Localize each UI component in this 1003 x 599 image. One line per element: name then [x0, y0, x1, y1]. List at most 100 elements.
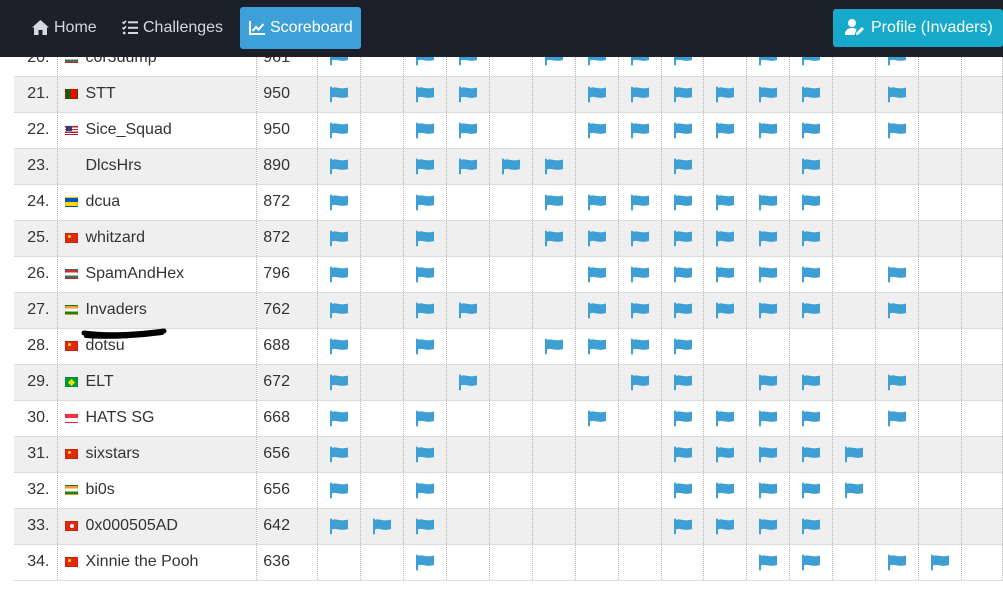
challenge-unsolved-cell — [832, 112, 877, 149]
challenge-solved-cell — [746, 184, 791, 221]
rank-cell: 26. — [14, 256, 59, 293]
challenge-unsolved-cell — [661, 544, 705, 581]
solved-flag-icon — [630, 302, 649, 318]
challenge-solved-cell — [618, 328, 662, 365]
team-name-link[interactable]: sixstars — [85, 445, 139, 462]
challenge-unsolved-cell — [532, 76, 576, 113]
solved-flag-icon — [330, 302, 349, 318]
challenge-solved-cell — [446, 76, 490, 113]
challenge-unsolved-cell — [918, 184, 962, 221]
challenge-solved-cell — [403, 148, 447, 185]
team-name-link[interactable]: Invaders — [85, 301, 146, 318]
challenge-unsolved-cell — [403, 364, 447, 401]
team-cell[interactable]: SpamAndHex — [57, 256, 258, 293]
team-cell[interactable]: whitzard — [57, 220, 258, 257]
challenge-unsolved-cell — [446, 436, 490, 473]
nav-scoreboard[interactable]: Scoreboard — [240, 7, 361, 49]
team-cell[interactable]: Sice_Squad — [57, 112, 258, 149]
solved-flag-icon — [330, 122, 349, 138]
team-cell[interactable]: STT — [57, 76, 258, 113]
challenge-solved-cell — [317, 472, 362, 509]
nav-challenges[interactable]: Challenges — [113, 7, 232, 49]
user-edit-icon — [845, 19, 864, 35]
challenge-unsolved-cell — [746, 148, 791, 185]
challenge-unsolved-cell — [575, 436, 619, 473]
challenge-solved-cell — [317, 220, 362, 257]
solved-flag-icon — [802, 266, 821, 282]
challenge-solved-cell — [703, 400, 748, 437]
solved-flag-icon — [544, 194, 563, 210]
solved-flag-icon — [673, 230, 692, 246]
challenge-unsolved-cell — [446, 256, 490, 293]
solved-flag-icon — [630, 230, 649, 246]
challenge-solved-cell — [618, 292, 662, 329]
solved-flag-icon — [673, 446, 692, 462]
team-cell[interactable]: 0x000505AD — [57, 508, 258, 545]
team-name-link[interactable]: whitzard — [85, 229, 145, 246]
challenge-solved-cell — [532, 328, 576, 365]
challenge-unsolved-cell — [360, 256, 405, 293]
table-row: 27. Invaders 762 — [14, 292, 1003, 329]
table-row: 32. bi0s 656 — [14, 472, 1003, 509]
team-cell[interactable]: Invaders — [57, 292, 258, 329]
challenge-unsolved-cell — [532, 436, 576, 473]
team-name-link[interactable]: Xinnie the Pooh — [85, 553, 198, 570]
challenge-solved-cell — [661, 328, 705, 365]
team-cell[interactable]: Xinnie the Pooh — [57, 544, 258, 581]
team-name-link[interactable]: STT — [85, 85, 115, 102]
team-name-link[interactable]: Sice_Squad — [85, 121, 171, 138]
solved-flag-icon — [630, 266, 649, 282]
solved-flag-icon — [587, 230, 606, 246]
challenge-solved-cell — [789, 112, 834, 149]
challenge-unsolved-cell — [618, 508, 662, 545]
challenge-unsolved-cell — [317, 544, 362, 581]
team-name-link[interactable]: bi0s — [85, 481, 114, 498]
solved-flag-icon — [673, 266, 692, 282]
solved-flag-icon — [587, 266, 606, 282]
challenge-solved-cell — [661, 436, 705, 473]
challenge-unsolved-cell — [961, 400, 1003, 437]
challenge-solved-cell — [661, 508, 705, 545]
challenge-unsolved-cell — [446, 544, 490, 581]
solved-flag-icon — [759, 410, 778, 426]
table-row: 22. Sice_Squad 950 — [14, 112, 1003, 149]
solved-flag-icon — [716, 518, 735, 534]
team-cell[interactable]: DlcsHrs — [57, 148, 258, 185]
solved-flag-icon — [415, 302, 434, 318]
solved-flag-icon — [802, 194, 821, 210]
challenge-solved-cell — [532, 184, 576, 221]
challenge-unsolved-cell — [360, 184, 405, 221]
solved-flag-icon — [630, 194, 649, 210]
task-list-icon — [121, 20, 138, 35]
profile-button[interactable]: Profile (Invaders) — [833, 9, 1003, 47]
rank-cell: 29. — [14, 364, 59, 401]
nav-home[interactable]: Home — [23, 7, 106, 49]
table-row: 26. SpamAndHex 796 — [14, 256, 1003, 293]
solved-flag-icon — [673, 158, 692, 174]
team-name-link[interactable]: 0x000505AD — [85, 517, 178, 534]
team-cell[interactable]: dcua — [57, 184, 258, 221]
challenge-unsolved-cell — [961, 436, 1003, 473]
team-cell[interactable]: bi0s — [57, 472, 258, 509]
challenge-unsolved-cell — [832, 148, 877, 185]
challenge-unsolved-cell — [961, 472, 1003, 509]
rank-cell: 32. — [14, 472, 59, 509]
team-name-link[interactable]: ELT — [85, 373, 113, 390]
solved-flag-icon — [716, 194, 735, 210]
team-cell[interactable]: ELT — [57, 364, 258, 401]
team-cell[interactable]: HATS SG — [57, 400, 258, 437]
challenge-unsolved-cell — [832, 544, 877, 581]
challenge-unsolved-cell — [532, 400, 576, 437]
solved-flag-icon — [802, 518, 821, 534]
team-name-link[interactable]: dcua — [85, 193, 120, 210]
team-name-link[interactable]: DlcsHrs — [85, 157, 141, 174]
country-flag-br-icon — [65, 377, 79, 387]
challenge-unsolved-cell — [918, 256, 962, 293]
solved-flag-icon — [630, 86, 649, 102]
solved-flag-icon — [330, 482, 349, 498]
solved-flag-icon — [458, 302, 477, 318]
team-name-link[interactable]: SpamAndHex — [85, 265, 184, 282]
team-name-link[interactable]: HATS SG — [85, 409, 154, 426]
challenge-unsolved-cell — [918, 112, 962, 149]
team-cell[interactable]: sixstars — [57, 436, 258, 473]
